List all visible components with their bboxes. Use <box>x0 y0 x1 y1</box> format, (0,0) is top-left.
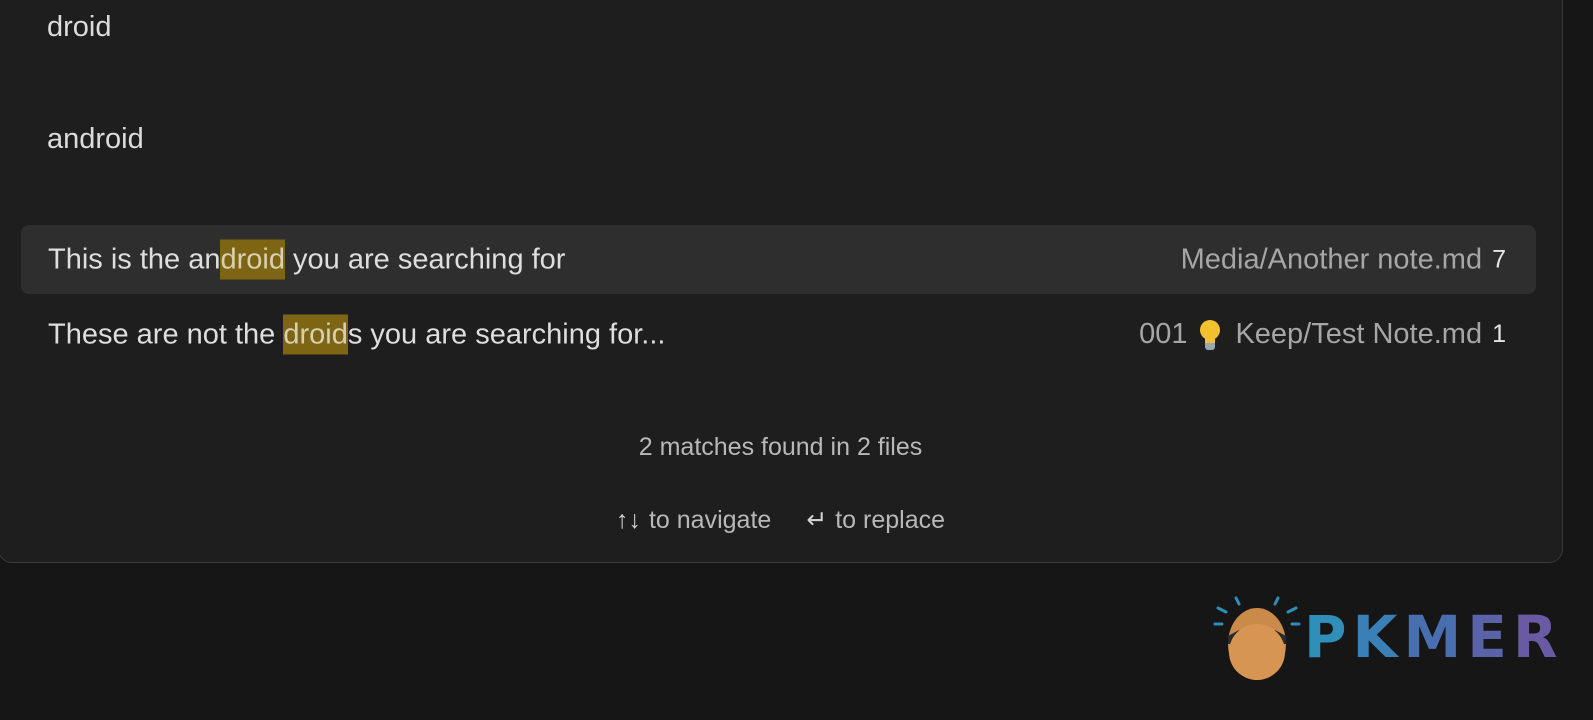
result-item-2[interactable]: These are not the droids you are searchi… <box>21 300 1536 369</box>
pkmer-logo: PKMER <box>1212 594 1558 684</box>
navigate-hint-label: to navigate <box>648 506 772 534</box>
result-file-path: Media/Another note.md <box>1180 243 1483 275</box>
snippet-after: s you are searching for... <box>347 318 666 350</box>
result-snippet: This is the android you are searching fo… <box>48 239 566 279</box>
result-file-path: Keep/Test Note.md <box>1235 318 1483 350</box>
find-replace-panel: droid android This is the android you ar… <box>0 0 1563 563</box>
lightbulb-icon <box>1199 319 1221 350</box>
logo-wordmark: PKMER <box>1304 603 1564 671</box>
result-file-info: 001 Keep/Test Note.md 1 <box>1139 318 1506 350</box>
screen: droid android This is the android you ar… <box>0 0 1593 720</box>
result-item-1[interactable]: This is the android you are searching fo… <box>21 225 1536 294</box>
find-input[interactable]: droid <box>47 13 112 42</box>
result-line-number: 1 <box>1492 320 1506 348</box>
snippet-before: These are not the <box>48 318 284 350</box>
keyboard-hints: ↑↓ to navigate ↵ to replace <box>0 508 1562 533</box>
replace-hint: ↵ to replace <box>806 508 945 533</box>
navigate-hint: ↑↓ to navigate <box>616 508 771 533</box>
replace-hint-label: to replace <box>835 506 946 534</box>
enter-key-icon: ↵ <box>806 506 828 534</box>
result-line-number: 7 <box>1492 245 1506 273</box>
result-file-prefix: 001 <box>1139 318 1188 350</box>
egg-logo-icon <box>1213 596 1301 680</box>
match-highlight: droid <box>283 314 348 354</box>
replace-input[interactable]: android <box>47 125 144 154</box>
snippet-after: you are searching for <box>284 243 566 275</box>
snippet-before: This is the an <box>48 243 221 275</box>
match-highlight: droid <box>220 239 285 279</box>
arrow-keys-icon: ↑↓ <box>615 506 641 534</box>
result-file-info: Media/Another note.md 7 <box>1181 245 1506 274</box>
match-summary: 2 matches found in 2 files <box>638 433 923 461</box>
result-snippet: These are not the droids you are searchi… <box>48 314 666 354</box>
